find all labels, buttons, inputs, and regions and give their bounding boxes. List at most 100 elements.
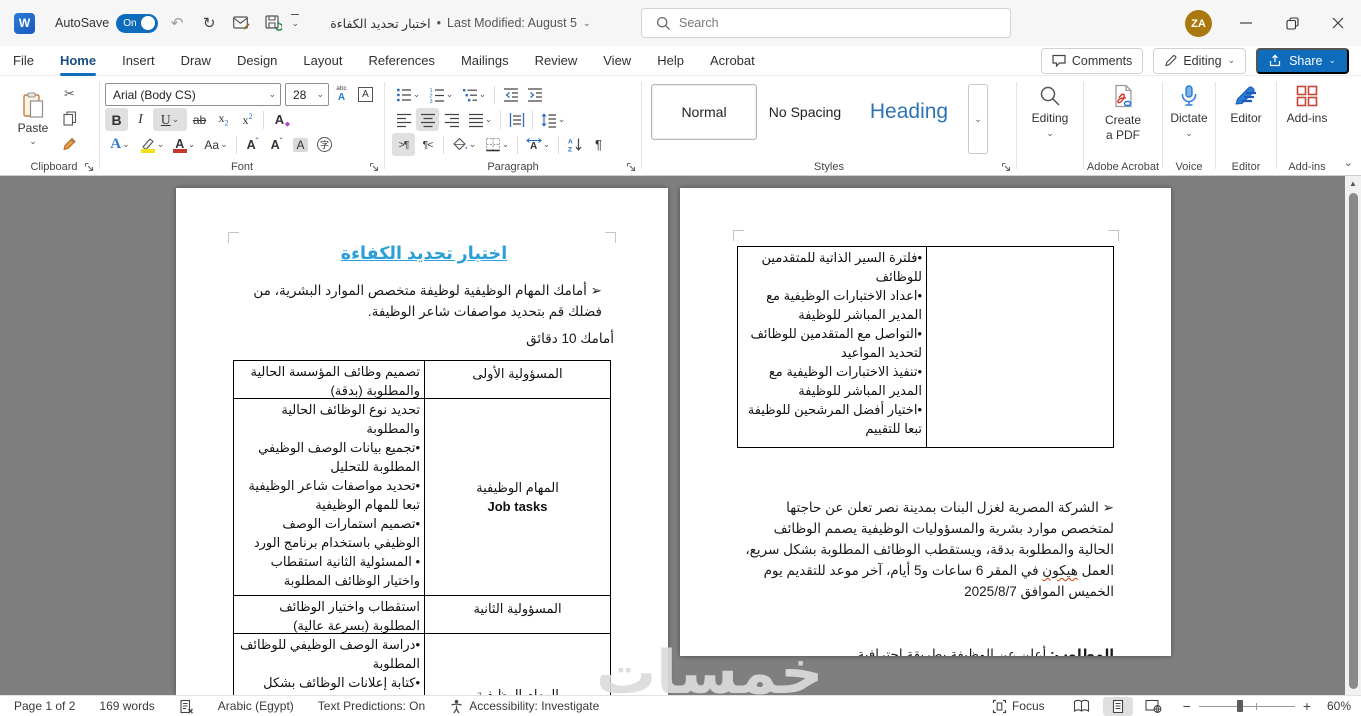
align-left-button[interactable] xyxy=(392,108,415,131)
accessibility-status[interactable]: Accessibility: Investigate xyxy=(449,699,599,714)
text-effects-button[interactable]: A ⌄ xyxy=(105,133,135,156)
character-border-button[interactable]: A xyxy=(354,83,377,106)
restore-button[interactable] xyxy=(1269,0,1315,46)
close-button[interactable] xyxy=(1315,0,1361,46)
clipboard-dialog-launcher[interactable] xyxy=(84,162,94,172)
paste-button[interactable]: Paste ⌄ xyxy=(10,82,56,156)
subscript-button[interactable]: x2 xyxy=(212,108,235,131)
tab-insert[interactable]: Insert xyxy=(109,46,168,76)
zoom-percentage[interactable]: 60% xyxy=(1321,699,1351,713)
format-painter-button[interactable] xyxy=(58,132,81,155)
distributed-button[interactable] xyxy=(505,108,528,131)
tab-references[interactable]: References xyxy=(355,46,447,76)
paragraph-dialog-launcher[interactable] xyxy=(626,162,636,172)
underline-button[interactable]: U ⌄ xyxy=(153,108,187,131)
show-hide-formatting-button[interactable]: ¶ xyxy=(587,133,610,156)
multilevel-list-button[interactable]: ⌄ xyxy=(458,83,490,106)
save-sync-icon[interactable] xyxy=(260,10,286,36)
tab-help[interactable]: Help xyxy=(644,46,697,76)
tab-home[interactable]: Home xyxy=(47,46,109,76)
share-button[interactable]: Share ⌄ xyxy=(1256,47,1349,74)
document-page-2[interactable]: •فلترة السير الذاتية للمتقدمين للوظائف •… xyxy=(680,188,1171,656)
collapse-ribbon-chevron-icon[interactable]: ⌄ xyxy=(1344,156,1353,169)
cut-button[interactable]: ✂ xyxy=(58,82,81,105)
clear-formatting-button[interactable]: A ◆ xyxy=(268,108,291,131)
shading-button[interactable]: ⌄ xyxy=(448,133,480,156)
language-indicator[interactable]: Arabic (Egypt) xyxy=(218,699,294,713)
style-normal[interactable]: Normal xyxy=(651,84,757,140)
shrink-font-button[interactable]: Aˇ xyxy=(265,133,288,156)
word-logo-icon[interactable]: W xyxy=(14,12,35,34)
zoom-slider-thumb[interactable] xyxy=(1236,700,1243,712)
tab-draw[interactable]: Draw xyxy=(168,46,224,76)
minimize-button[interactable] xyxy=(1223,0,1269,46)
document-page-1[interactable]: اختبار تحديد الكفاءة ➢ أمامك المهام الوظ… xyxy=(176,188,668,695)
tab-design[interactable]: Design xyxy=(224,46,290,76)
superscript-button[interactable]: x2 xyxy=(236,108,259,131)
text-predictions-indicator[interactable]: Text Predictions: On xyxy=(318,699,425,713)
create-pdf-button[interactable]: Create a PDF xyxy=(1085,82,1161,156)
web-layout-button[interactable] xyxy=(1139,697,1169,716)
vertical-scrollbar[interactable]: ▲ xyxy=(1345,176,1361,695)
rtl-text-direction-button[interactable]: >¶ xyxy=(392,133,415,156)
font-name-combo[interactable]: Arial (Body CS) ⌄ xyxy=(105,83,281,106)
tab-mailings[interactable]: Mailings xyxy=(448,46,522,76)
align-center-button[interactable] xyxy=(416,108,439,131)
scrollbar-thumb[interactable] xyxy=(1348,193,1358,689)
read-mode-button[interactable] xyxy=(1067,697,1097,716)
decrease-indent-button[interactable] xyxy=(499,83,522,106)
style-no-spacing[interactable]: No Spacing xyxy=(757,84,853,140)
style-heading[interactable]: Heading xyxy=(853,84,965,140)
bullets-button[interactable]: ⌄ xyxy=(392,83,424,106)
addins-button[interactable]: Add-ins xyxy=(1278,82,1336,156)
styles-gallery-more-button[interactable]: ⌄ xyxy=(968,84,988,154)
zoom-out-button[interactable]: − xyxy=(1183,699,1191,713)
zoom-in-button[interactable]: + xyxy=(1303,699,1311,713)
editing-dropdown-button[interactable]: Editing ⌄ xyxy=(1018,82,1082,156)
strikethrough-button[interactable]: ab xyxy=(188,108,211,131)
character-shading-button[interactable]: A xyxy=(289,133,312,156)
font-color-button[interactable]: A ⌄ xyxy=(169,133,199,156)
italic-button[interactable]: I xyxy=(129,108,152,131)
search-box[interactable] xyxy=(641,8,1011,38)
comments-button[interactable]: Comments xyxy=(1040,47,1144,74)
line-spacing-button[interactable]: ⌄ xyxy=(537,108,569,131)
dictate-button[interactable]: Dictate ⌄ xyxy=(1164,82,1214,156)
copy-button[interactable] xyxy=(58,107,81,130)
print-layout-button[interactable] xyxy=(1102,696,1133,716)
change-case-button[interactable]: Aa ⌄ xyxy=(200,133,232,156)
align-right-button[interactable] xyxy=(440,108,463,131)
zoom-slider[interactable] xyxy=(1198,699,1295,713)
tab-file[interactable]: File xyxy=(0,46,47,76)
editing-mode-button[interactable]: Editing ⌄ xyxy=(1153,47,1247,74)
text-highlight-button[interactable]: ⌄ xyxy=(136,133,168,156)
scroll-up-arrow-icon[interactable]: ▲ xyxy=(1345,179,1361,188)
focus-mode-button[interactable]: Focus xyxy=(992,699,1045,714)
document-title[interactable]: اختبار تحديد الكفاءة • Last Modified: Au… xyxy=(330,16,590,31)
search-input[interactable] xyxy=(679,16,1010,30)
styles-dialog-launcher[interactable] xyxy=(1001,162,1011,172)
tab-review[interactable]: Review xyxy=(522,46,591,76)
avatar[interactable]: ZA xyxy=(1185,10,1212,37)
editor-button[interactable]: Editor xyxy=(1217,82,1275,156)
autosave-toggle[interactable]: On xyxy=(116,13,159,33)
page-indicator[interactable]: Page 1 of 2 xyxy=(14,699,75,713)
tab-acrobat[interactable]: Acrobat xyxy=(697,46,768,76)
phonetic-guide-button[interactable]: abc A xyxy=(330,83,353,106)
ltr-text-direction-button[interactable]: ¶< xyxy=(416,133,439,156)
email-icon[interactable] xyxy=(228,10,254,36)
grow-font-button[interactable]: Aˆ xyxy=(241,133,264,156)
tab-layout[interactable]: Layout xyxy=(290,46,355,76)
borders-button[interactable]: ⌄ xyxy=(481,133,513,156)
tab-view[interactable]: View xyxy=(590,46,644,76)
asian-layout-button[interactable]: A ⌄ xyxy=(522,133,554,156)
font-dialog-launcher[interactable] xyxy=(369,162,379,172)
font-size-combo[interactable]: 28 ⌄ xyxy=(285,83,329,106)
word-count[interactable]: 169 words xyxy=(99,699,154,713)
bold-button[interactable]: B xyxy=(105,108,128,131)
quick-access-chevron-icon[interactable]: ⌄ xyxy=(286,18,304,29)
justify-button[interactable]: ⌄ xyxy=(464,108,496,131)
sort-button[interactable]: AZ xyxy=(563,133,586,156)
redo-icon[interactable]: ↻ xyxy=(196,10,222,36)
increase-indent-button[interactable] xyxy=(523,83,546,106)
